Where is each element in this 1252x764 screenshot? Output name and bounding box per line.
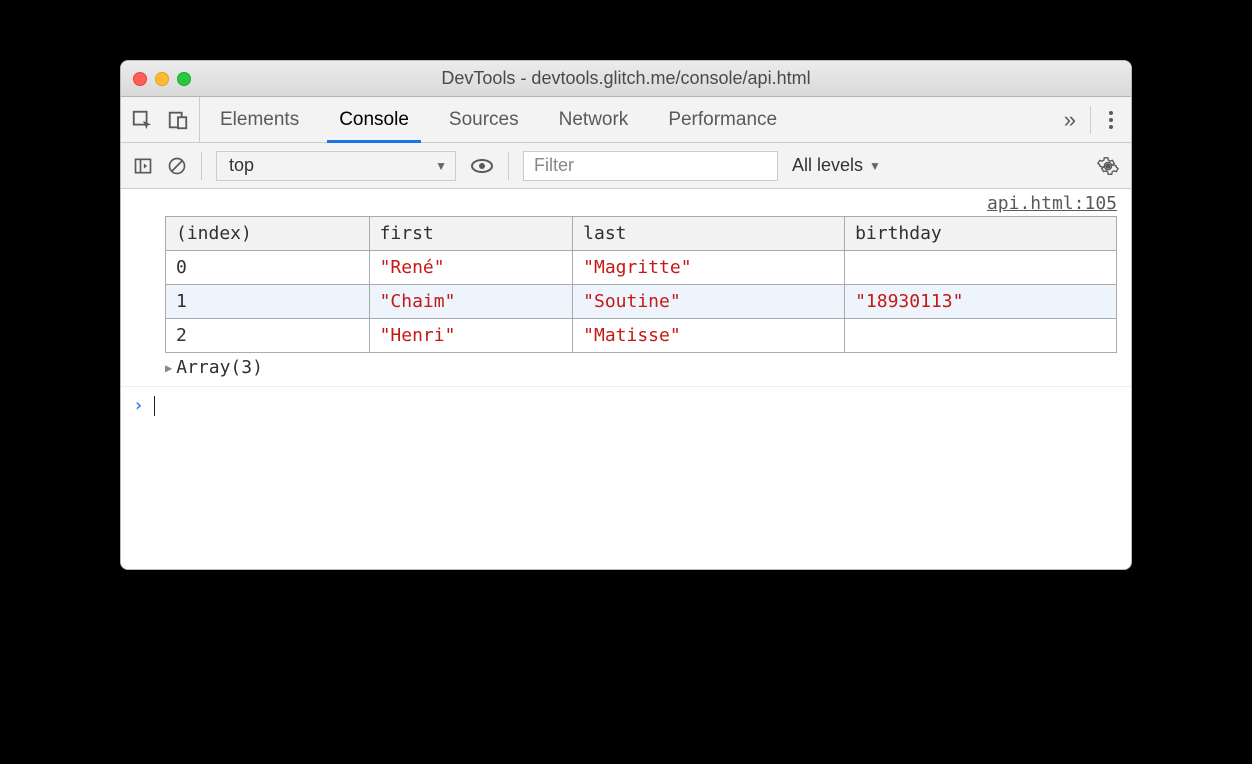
col-birthday[interactable]: birthday <box>845 217 1117 251</box>
console-toolbar: top ▼ All levels ▼ <box>121 143 1131 189</box>
log-levels-selector[interactable]: All levels ▼ <box>792 155 881 176</box>
clear-console-icon[interactable] <box>167 156 187 176</box>
tab-network[interactable]: Network <box>539 97 649 142</box>
table-row[interactable]: 0 "René" "Magritte" <box>166 251 1117 285</box>
tabs-overflow-button[interactable]: » <box>1064 107 1076 133</box>
prompt-chevron-icon: › <box>133 395 144 416</box>
tabbar-right: » <box>1050 97 1131 142</box>
toggle-sidebar-icon[interactable] <box>133 156 153 176</box>
cell-index: 1 <box>166 285 370 319</box>
cell-last: "Matisse" <box>573 319 845 353</box>
cell-first: "Henri" <box>369 319 573 353</box>
array-expand-row[interactable]: ▶ Array(3) <box>121 353 1131 387</box>
devtools-window: DevTools - devtools.glitch.me/console/ap… <box>120 60 1132 570</box>
devtools-tabbar: Elements Console Sources Network Perform… <box>121 97 1131 143</box>
window-titlebar: DevTools - devtools.glitch.me/console/ap… <box>121 61 1131 97</box>
console-table: (index) first last birthday 0 "René" "Ma… <box>121 216 1131 353</box>
tab-sources[interactable]: Sources <box>429 97 539 142</box>
chevron-down-icon: ▼ <box>435 159 447 173</box>
tab-console[interactable]: Console <box>319 97 429 142</box>
context-selector[interactable]: top ▼ <box>216 151 456 181</box>
cell-index: 0 <box>166 251 370 285</box>
expand-triangle-icon: ▶ <box>165 361 172 375</box>
close-window-button[interactable] <box>133 72 147 86</box>
table-row[interactable]: 2 "Henri" "Matisse" <box>166 319 1117 353</box>
console-output: api.html:105 (index) first last birthday… <box>121 189 1131 569</box>
live-expression-icon[interactable] <box>470 154 494 178</box>
cell-birthday: "18930113" <box>845 285 1117 319</box>
filter-input[interactable] <box>523 151 778 181</box>
divider <box>1090 106 1091 134</box>
col-index[interactable]: (index) <box>166 217 370 251</box>
array-summary-label: Array(3) <box>176 357 263 378</box>
zoom-window-button[interactable] <box>177 72 191 86</box>
table-row[interactable]: 1 "Chaim" "Soutine" "18930113" <box>166 285 1117 319</box>
text-cursor <box>154 396 155 416</box>
tab-elements[interactable]: Elements <box>200 97 319 142</box>
minimize-window-button[interactable] <box>155 72 169 86</box>
tab-performance[interactable]: Performance <box>648 97 797 142</box>
col-first[interactable]: first <box>369 217 573 251</box>
chevron-down-icon: ▼ <box>869 159 881 173</box>
more-options-button[interactable] <box>1105 111 1117 129</box>
console-settings-icon[interactable] <box>1097 155 1119 177</box>
col-last[interactable]: last <box>573 217 845 251</box>
log-levels-label: All levels <box>792 155 863 176</box>
divider <box>508 152 509 180</box>
panel-tabs: Elements Console Sources Network Perform… <box>200 97 797 142</box>
window-title: DevTools - devtools.glitch.me/console/ap… <box>121 68 1131 89</box>
divider <box>201 152 202 180</box>
cell-birthday <box>845 319 1117 353</box>
source-link[interactable]: api.html:105 <box>121 189 1131 216</box>
device-toolbar-icon[interactable] <box>167 109 189 131</box>
cell-last: "Magritte" <box>573 251 845 285</box>
cell-index: 2 <box>166 319 370 353</box>
inspect-tools <box>121 97 200 142</box>
cell-first: "Chaim" <box>369 285 573 319</box>
traffic-lights <box>133 72 191 86</box>
cell-birthday <box>845 251 1117 285</box>
cell-last: "Soutine" <box>573 285 845 319</box>
cell-first: "René" <box>369 251 573 285</box>
inspect-element-icon[interactable] <box>131 109 153 131</box>
console-prompt[interactable]: › <box>121 387 1131 424</box>
context-value: top <box>229 155 254 176</box>
